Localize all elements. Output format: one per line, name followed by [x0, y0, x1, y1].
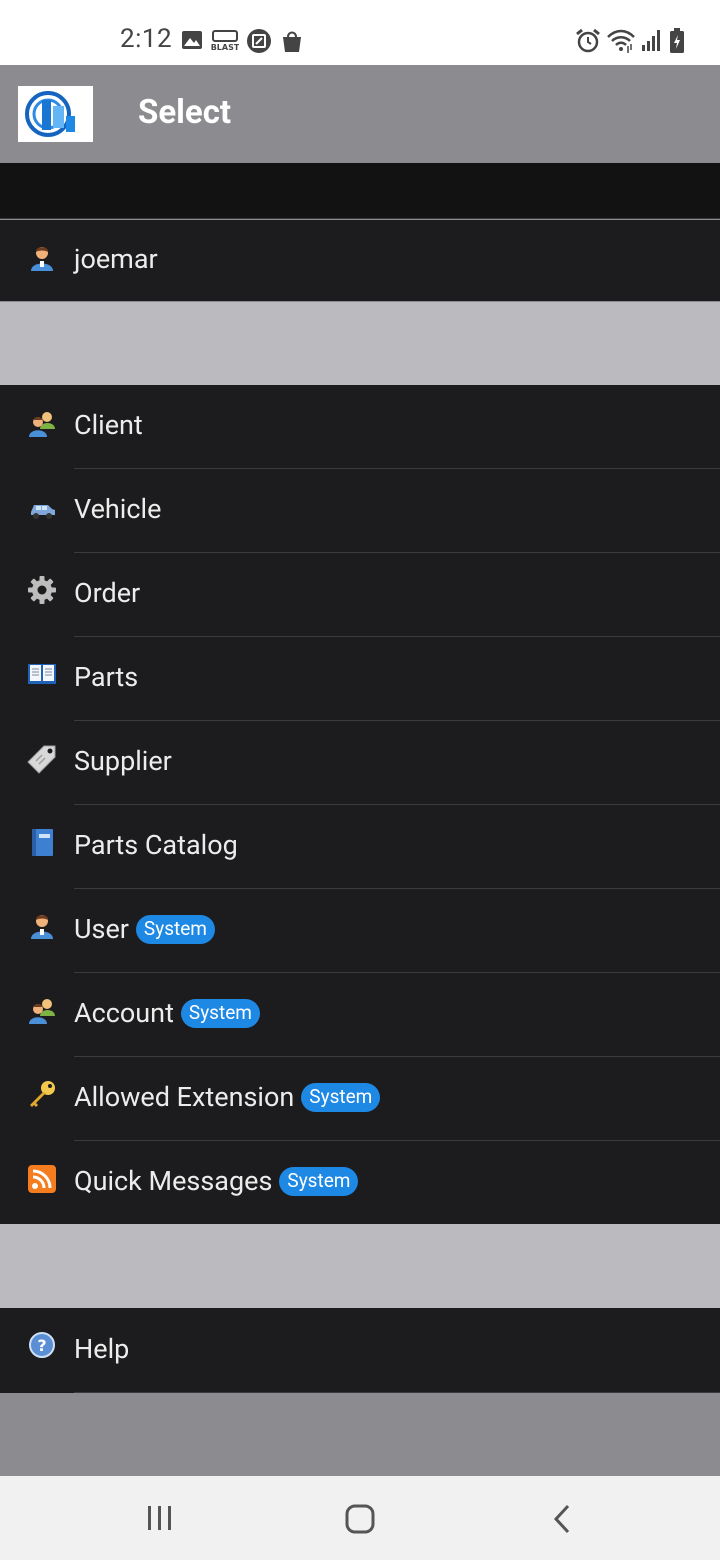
menu-item-label: Supplier: [74, 745, 172, 777]
page-title: Select: [138, 93, 232, 132]
menu-item-label-wrap: Quick Messages System: [74, 1165, 359, 1197]
menu-item-label: Parts Catalog: [74, 829, 238, 861]
user-icon: [31, 915, 53, 939]
menu-item-label-wrap: Allowed Extension System: [74, 1081, 381, 1113]
system-badge: System: [301, 1082, 381, 1112]
menu-item-parts[interactable]: Parts: [0, 637, 720, 721]
menu-item-quick-messages[interactable]: Quick Messages System: [0, 1141, 720, 1225]
book-icon: [28, 664, 56, 684]
menu-item-parts-catalog[interactable]: Parts Catalog: [0, 805, 720, 889]
logo-icon: [25, 91, 75, 137]
header-spacer: [0, 163, 720, 219]
menu-item-label: Parts: [74, 661, 139, 693]
menu-item-user[interactable]: User System: [0, 889, 720, 973]
user-row[interactable]: joemar: [0, 220, 720, 301]
status-time: 2:12: [120, 24, 173, 54]
menu-item-vehicle[interactable]: Vehicle: [0, 469, 720, 553]
system-badge: System: [180, 998, 260, 1028]
image-icon: [182, 31, 202, 49]
gear-icon: [28, 576, 56, 604]
divider: [74, 1392, 720, 1393]
svg-text:?: ?: [37, 1336, 46, 1355]
back-icon[interactable]: [550, 1503, 574, 1535]
menu-item-label: Quick Messages: [74, 1165, 273, 1197]
blast-icon: BLAST: [211, 30, 239, 52]
menu-item-label-wrap: User System: [74, 913, 215, 945]
section-separator: [0, 302, 720, 385]
menu-item-client[interactable]: Client: [0, 385, 720, 469]
menu-item-label: User: [74, 913, 129, 945]
status-bar: 2:12 BLAST: [0, 0, 720, 65]
user-icon: [31, 247, 53, 271]
system-badge: System: [279, 1166, 359, 1196]
system-nav-bar: [0, 1476, 720, 1560]
catalog-icon: [32, 829, 53, 856]
tag-icon: [27, 745, 56, 774]
alarm-icon: [576, 28, 600, 53]
app-logo[interactable]: [18, 86, 93, 142]
menu-item-label: Help: [74, 1333, 130, 1365]
menu-item-label: Vehicle: [74, 493, 162, 525]
app-header: Select: [0, 65, 720, 163]
key-icon: [30, 1081, 55, 1107]
rss-icon: [28, 1165, 56, 1193]
battery-icon: [670, 28, 684, 53]
car-icon: [31, 505, 55, 519]
client-icon: [29, 412, 55, 437]
menu-item-help[interactable]: ? Help: [0, 1308, 720, 1393]
edit-box-icon: [247, 29, 271, 53]
wifi-icon: [607, 29, 635, 53]
home-icon[interactable]: [344, 1503, 376, 1535]
signal-icon: [642, 30, 660, 51]
menu-item-account[interactable]: Account System: [0, 973, 720, 1057]
menu-item-supplier[interactable]: Supplier: [0, 721, 720, 805]
group-icon: [29, 999, 55, 1024]
recent-apps-icon[interactable]: [145, 1504, 175, 1532]
section-separator: [0, 1224, 720, 1308]
shopping-bag-icon: [283, 31, 301, 52]
menu-item-label-wrap: Account System: [74, 997, 260, 1029]
system-badge: System: [135, 914, 215, 944]
help-icon: ?: [29, 1332, 55, 1358]
menu-item-label: Client: [74, 409, 143, 441]
menu-item-order[interactable]: Order: [0, 553, 720, 637]
menu-item-allowed-extension[interactable]: Allowed Extension System: [0, 1057, 720, 1141]
svg-text:BLAST: BLAST: [211, 43, 239, 52]
username: joemar: [74, 243, 158, 275]
menu-item-label: Order: [74, 577, 141, 609]
menu-item-label: Account: [74, 997, 174, 1029]
menu-item-label: Allowed Extension: [74, 1081, 295, 1113]
